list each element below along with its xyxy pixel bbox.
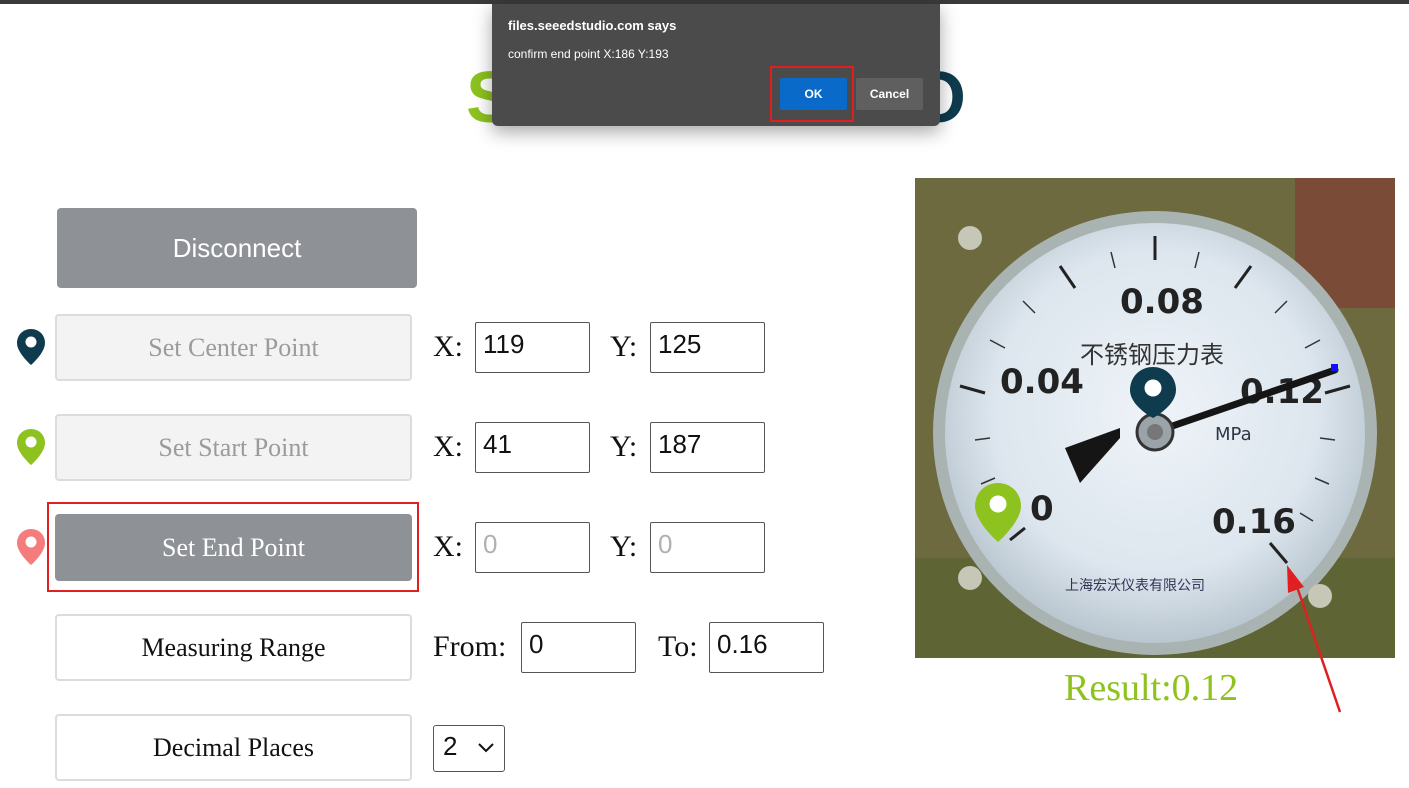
gauge-face-text: 不锈钢压力表 bbox=[1080, 341, 1224, 369]
range-from-label: From: bbox=[433, 630, 507, 663]
start-y-input[interactable]: 187 bbox=[650, 422, 765, 473]
result-text: Result:0.12 bbox=[1064, 667, 1239, 709]
dialog-message: confirm end point X:186 Y:193 bbox=[508, 47, 669, 61]
set-start-point-button[interactable]: Set Start Point bbox=[55, 414, 412, 481]
start-x-input[interactable]: 41 bbox=[475, 422, 590, 473]
gauge-label-0-04: 0.04 bbox=[1000, 362, 1084, 402]
gauge-label-0: 0 bbox=[1030, 489, 1054, 529]
center-x-input[interactable]: 119 bbox=[475, 322, 590, 373]
gauge-label-0-16: 0.16 bbox=[1212, 502, 1296, 542]
range-from-input[interactable]: 0 bbox=[521, 622, 636, 673]
range-to-label: To: bbox=[658, 630, 698, 663]
decimal-places-value: 2 bbox=[443, 731, 458, 761]
start-pin-icon bbox=[17, 429, 45, 465]
center-x-label: X: bbox=[433, 330, 463, 363]
gauge-label-0-08: 0.08 bbox=[1120, 282, 1204, 322]
gauge-maker-text: 上海宏沃仪表有限公司 bbox=[1065, 578, 1205, 594]
dialog-title: files.seeedstudio.com says bbox=[508, 18, 677, 33]
decimal-places-select[interactable]: 2 bbox=[433, 725, 505, 772]
confirm-dialog: files.seeedstudio.com says confirm end p… bbox=[492, 4, 940, 126]
measuring-range-button[interactable]: Measuring Range bbox=[55, 614, 412, 681]
start-y-label: Y: bbox=[610, 430, 638, 463]
start-x-label: X: bbox=[433, 430, 463, 463]
set-center-point-button[interactable]: Set Center Point bbox=[55, 314, 412, 381]
chevron-down-icon bbox=[478, 743, 494, 753]
ok-highlight-box bbox=[770, 66, 854, 122]
end-x-label: X: bbox=[433, 530, 463, 563]
end-x-input[interactable]: 0 bbox=[475, 522, 590, 573]
end-y-input[interactable]: 0 bbox=[650, 522, 765, 573]
center-pin-icon bbox=[17, 329, 45, 365]
range-to-input[interactable]: 0.16 bbox=[709, 622, 824, 673]
gauge-unit-text: MPa bbox=[1215, 424, 1252, 445]
end-marker-square bbox=[1331, 364, 1338, 371]
decimal-places-button[interactable]: Decimal Places bbox=[55, 714, 412, 781]
disconnect-button[interactable]: Disconnect bbox=[57, 208, 417, 288]
cancel-button[interactable]: Cancel bbox=[856, 78, 923, 110]
end-point-highlight-box bbox=[47, 502, 419, 592]
gauge-camera-image[interactable]: 0.08 0.04 0.12 0 0.16 不锈钢压力表 MPa 上海宏沃仪表有… bbox=[915, 178, 1395, 658]
end-pin-icon bbox=[17, 529, 45, 565]
center-y-label: Y: bbox=[610, 330, 638, 363]
center-y-input[interactable]: 125 bbox=[650, 322, 765, 373]
end-y-label: Y: bbox=[610, 530, 638, 563]
